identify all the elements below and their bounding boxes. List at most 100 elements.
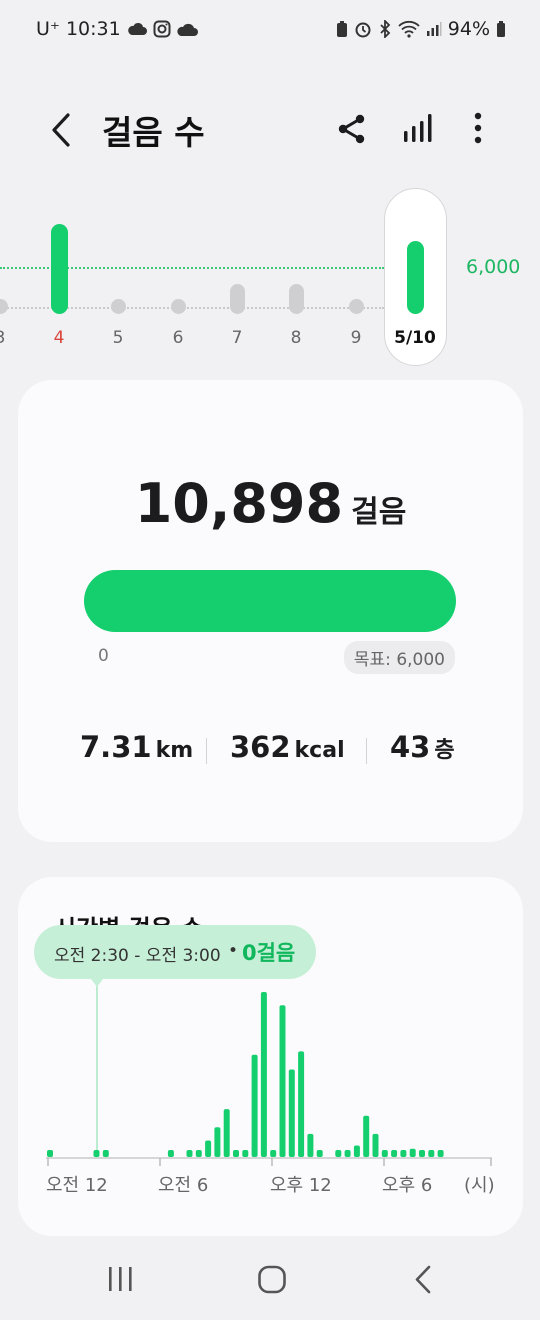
day-label: 7 bbox=[231, 328, 243, 348]
hourly-bar[interactable] bbox=[186, 1150, 193, 1157]
day-bar[interactable] bbox=[50, 224, 68, 314]
more-button[interactable] bbox=[458, 110, 498, 150]
battery-icon bbox=[496, 20, 506, 38]
chevron-left-icon bbox=[52, 113, 70, 147]
goal-badge: 목표: 6,000 bbox=[343, 641, 455, 674]
hourly-bar[interactable] bbox=[223, 1109, 230, 1157]
hourly-bar[interactable] bbox=[47, 1150, 53, 1157]
status-right: 94% bbox=[336, 18, 506, 40]
tooltip-range: 오전 2:30 - 오전 3:00 bbox=[54, 946, 221, 966]
distance-unit: km bbox=[155, 738, 194, 763]
hourly-bar[interactable] bbox=[409, 1148, 416, 1157]
cloud-chat-icon bbox=[177, 20, 199, 38]
day-label: 6 bbox=[172, 328, 184, 348]
hourly-bar[interactable] bbox=[363, 1115, 370, 1157]
hourly-bar[interactable] bbox=[400, 1150, 407, 1157]
recents-icon bbox=[109, 1267, 132, 1291]
goal-label: 6,000 bbox=[466, 256, 521, 278]
system-nav-bar bbox=[0, 1250, 540, 1310]
hourly-bar[interactable] bbox=[353, 1145, 360, 1157]
wifi-icon bbox=[398, 20, 420, 38]
hourly-bar[interactable] bbox=[195, 1150, 202, 1157]
day-bar[interactable] bbox=[0, 299, 8, 314]
alarm-icon bbox=[354, 20, 372, 38]
steps-unit: 걸음 bbox=[351, 495, 407, 530]
share-button[interactable] bbox=[332, 110, 372, 150]
recents-button[interactable] bbox=[100, 1262, 140, 1298]
page-title: 걸음 수 bbox=[102, 113, 205, 152]
day-label: 5/10 bbox=[394, 328, 436, 348]
hourly-bar[interactable] bbox=[316, 1150, 323, 1157]
day-label: 3 bbox=[0, 328, 20, 348]
hourly-bar[interactable] bbox=[251, 1054, 258, 1157]
hourly-bar[interactable] bbox=[344, 1150, 351, 1157]
x-tick-label: 오전 12 bbox=[46, 1175, 108, 1196]
hourly-bar[interactable] bbox=[102, 1150, 109, 1157]
floors-stat: 43 층 bbox=[390, 730, 455, 764]
daily-steps-strip[interactable]: 6,000 3 4 5 6 7 8 9 5/10 bbox=[0, 180, 540, 370]
day-bar[interactable] bbox=[170, 299, 186, 314]
bluetooth-icon bbox=[378, 20, 392, 38]
summary-card: 10,898 걸음 0 목표: 6,000 7.31 km 362 kcal 43 층 bbox=[18, 380, 523, 842]
hourly-bar[interactable] bbox=[288, 1069, 295, 1157]
status-time: 10:31 bbox=[65, 18, 121, 40]
hourly-bar[interactable] bbox=[270, 1150, 277, 1157]
stat-divider bbox=[366, 738, 367, 764]
day-bar[interactable] bbox=[406, 240, 424, 314]
tooltip-value: 0걸음 bbox=[242, 941, 296, 965]
calories-unit: kcal bbox=[294, 738, 345, 763]
more-icon bbox=[474, 112, 482, 144]
hourly-bar[interactable] bbox=[205, 1140, 212, 1158]
status-bar: U⁺ 10:31 94% bbox=[0, 0, 540, 60]
day-bar[interactable] bbox=[288, 284, 304, 314]
hourly-bar[interactable] bbox=[391, 1150, 398, 1157]
back-icon bbox=[415, 1265, 431, 1294]
tooltip-separator: • bbox=[228, 941, 239, 961]
hourly-bar[interactable] bbox=[307, 1133, 314, 1157]
hourly-bar[interactable] bbox=[214, 1127, 221, 1157]
back-button[interactable] bbox=[44, 108, 80, 152]
distance-stat: 7.31 km bbox=[80, 730, 193, 764]
day-label: 9 bbox=[350, 328, 362, 348]
hourly-bar[interactable] bbox=[372, 1133, 379, 1157]
hourly-bar[interactable] bbox=[428, 1150, 435, 1157]
tooltip-pointer bbox=[91, 979, 103, 987]
hourly-bar[interactable] bbox=[298, 1051, 305, 1157]
x-tick-label: 오후 12 bbox=[270, 1175, 332, 1196]
nav-back-button[interactable] bbox=[404, 1262, 444, 1298]
carrier: U⁺ bbox=[36, 18, 60, 40]
app-bar: 걸음 수 bbox=[0, 100, 540, 160]
share-icon bbox=[338, 114, 365, 144]
hourly-bar[interactable] bbox=[335, 1150, 342, 1157]
day-bar[interactable] bbox=[348, 299, 364, 314]
floors-unit: 층 bbox=[434, 738, 455, 763]
hourly-bar[interactable] bbox=[242, 1150, 249, 1157]
day-bar[interactable] bbox=[110, 299, 126, 314]
hourly-steps-card[interactable]: 시간별 걸음 수 오전 2:30 - 오전 3:00 • 0걸음 오전 12 오… bbox=[18, 877, 523, 1236]
status-left: U⁺ 10:31 bbox=[36, 18, 199, 40]
hourly-bar[interactable] bbox=[279, 1005, 286, 1157]
hourly-bar[interactable] bbox=[381, 1150, 388, 1157]
stat-divider bbox=[206, 738, 207, 764]
signal-icon bbox=[426, 21, 442, 37]
steps-total: 10,898 걸음 bbox=[18, 472, 523, 535]
hourly-bar[interactable] bbox=[419, 1150, 425, 1157]
hourly-bar[interactable] bbox=[233, 1150, 239, 1157]
hourly-bar[interactable] bbox=[93, 1150, 100, 1157]
hourly-bar[interactable] bbox=[437, 1150, 444, 1157]
calories-value: 362 bbox=[230, 730, 291, 764]
hourly-bar[interactable] bbox=[260, 992, 267, 1157]
calories-stat: 362 kcal bbox=[230, 730, 345, 764]
steps-value: 10,898 bbox=[134, 472, 344, 535]
home-button[interactable] bbox=[252, 1262, 292, 1298]
day-label: 8 bbox=[290, 328, 302, 348]
cloud-icon bbox=[127, 22, 147, 36]
hourly-bar[interactable] bbox=[167, 1150, 174, 1157]
day-bar[interactable] bbox=[229, 284, 245, 314]
chart-button[interactable] bbox=[398, 110, 438, 150]
battery-saver-icon bbox=[336, 20, 348, 38]
floors-value: 43 bbox=[390, 730, 431, 764]
day-label: 5 bbox=[112, 328, 124, 348]
stats-row: 7.31 km 362 kcal 43 층 bbox=[18, 730, 523, 774]
chart-icon bbox=[404, 114, 432, 142]
